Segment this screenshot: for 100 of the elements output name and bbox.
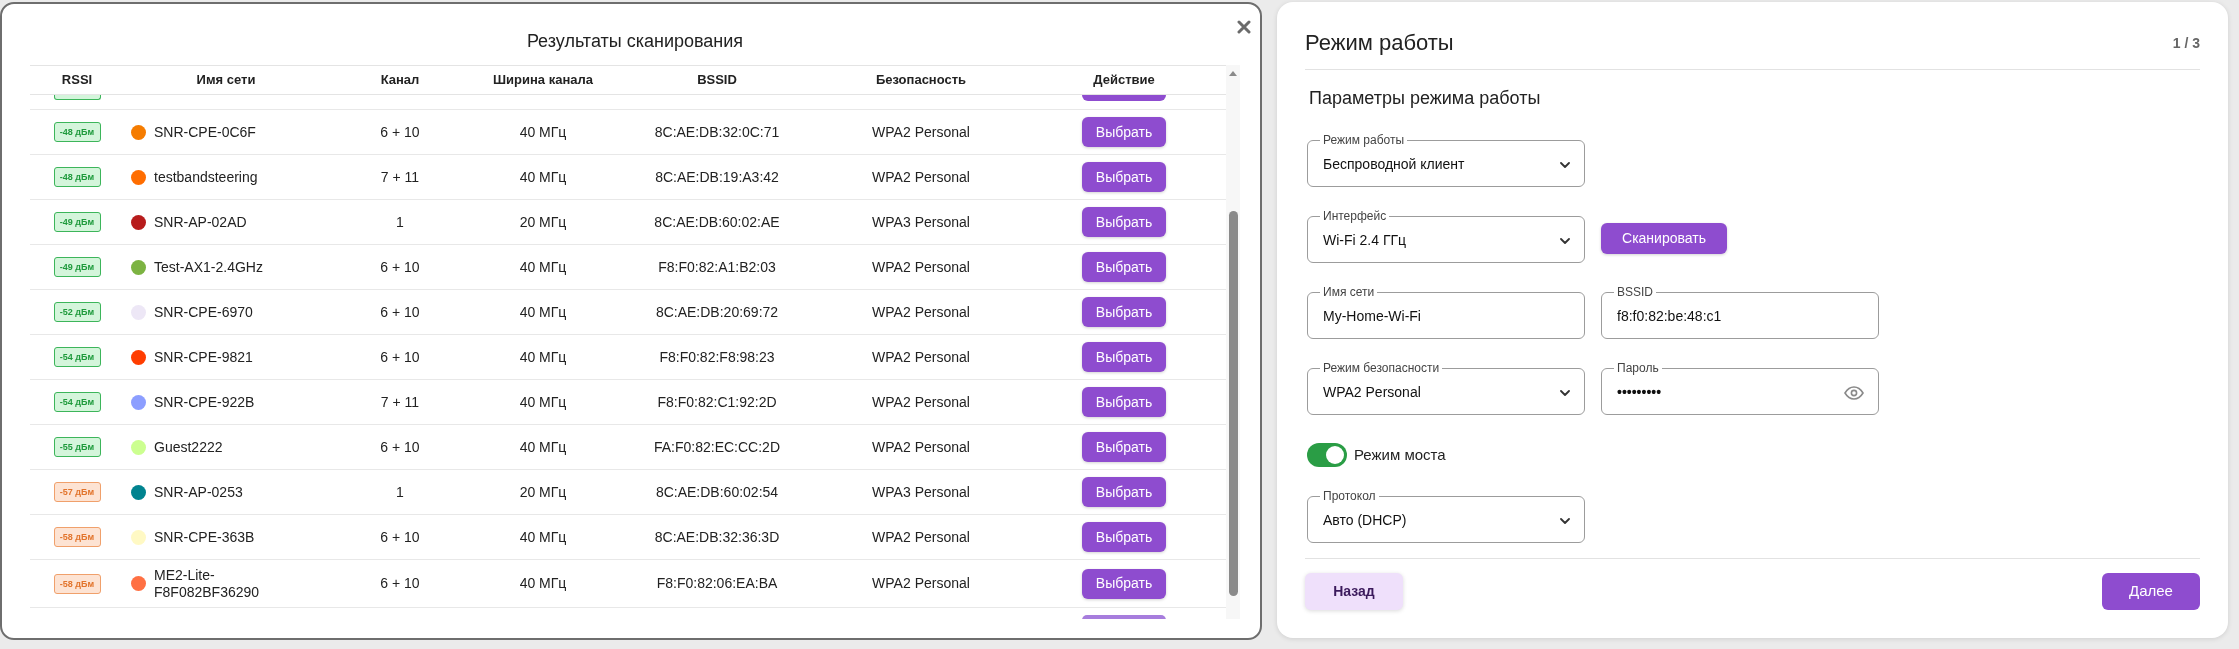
channel-text: 6 + 10	[380, 527, 420, 547]
select-button[interactable]: Выбрать	[1082, 568, 1166, 599]
rssi-badge: -48 дБм	[53, 167, 101, 187]
scan-button[interactable]: Сканировать	[1601, 223, 1727, 254]
channel-text: 6 + 10	[380, 574, 420, 593]
rssi-badge: -58 дБм	[53, 527, 101, 547]
channel-text: 6 + 10	[380, 302, 420, 322]
text-field[interactable]: Имя сети My-Home-Wi-Fi	[1307, 285, 1585, 339]
scrollbar-thumb[interactable]	[1228, 211, 1238, 596]
rssi-badge: -57 дБм	[53, 482, 101, 502]
network-name: Guest2222	[154, 438, 223, 456]
dropdown-field[interactable]: Режим работы Беспроводной клиент	[1307, 133, 1585, 187]
bssid-text: 8C:AE:DB:60:02:AE	[654, 212, 780, 232]
select-button[interactable]: Выбрать	[1082, 387, 1166, 417]
select-button[interactable]: Выбрать	[1082, 162, 1166, 192]
column-header: Имя сети	[196, 71, 256, 90]
column-header: Действие	[1093, 71, 1155, 90]
back-button[interactable]: Назад	[1305, 573, 1403, 610]
password-field[interactable]: Пароль •••••••••	[1601, 361, 1879, 415]
field-label: BSSID	[1616, 285, 1654, 299]
dropdown-field[interactable]: Протокол Авто (DHCP)	[1307, 489, 1585, 543]
bssid-text: F8:F0:82:C1:92:2D	[657, 392, 777, 412]
network-name: SNR-AP-02AD	[154, 213, 247, 231]
dropdown-field[interactable]: Интерфейс Wi-Fi 2.4 ГГц	[1307, 209, 1585, 263]
bssid-text: FA:F0:82:EC:CC:2D	[653, 437, 780, 457]
security-text: WPA2 Personal	[872, 302, 970, 322]
rssi-badge: -55 дБм	[53, 437, 101, 457]
network-name: SNR-CPE-6970	[154, 303, 253, 321]
dropdown-field[interactable]: Режим безопасности WPA2 Personal	[1307, 361, 1585, 415]
column-header: Безопасность	[875, 71, 967, 90]
section-title: Параметры режима работы	[1309, 87, 1541, 109]
channel-text: 6 + 10	[380, 437, 420, 457]
column-header: Канал	[380, 71, 420, 90]
channel-text: 6 + 10	[380, 347, 420, 367]
network-name: SNR-CPE-9821	[154, 348, 253, 366]
network-name: SNR-AP-0253	[154, 483, 243, 501]
chevron-down-icon[interactable]	[1560, 389, 1570, 396]
security-text: WPA3 Personal	[872, 482, 970, 502]
network-name: SNR-CPE-0C6F	[154, 123, 256, 141]
bssid-text: 8C:AE:DB:60:02:54	[655, 482, 779, 502]
bandwidth-text: 40 МГц	[519, 574, 567, 593]
bandwidth-text: 40 МГц	[519, 257, 567, 277]
bssid-text: 8C:AE:DB:32:36:3D	[654, 527, 780, 547]
bandwidth-text: 20 МГц	[519, 212, 567, 232]
field-label: Пароль	[1616, 361, 1660, 375]
scroll-up-arrow-icon[interactable]	[1229, 71, 1237, 76]
channel-text: 7 + 11	[380, 167, 420, 187]
bandwidth-text: 20 МГц	[519, 482, 567, 502]
security-text: WPA2 Personal	[872, 574, 970, 593]
chevron-down-icon[interactable]	[1560, 161, 1570, 168]
bandwidth-text: 40 МГц	[519, 302, 567, 322]
network-name: Test-AX1-2.4GHz	[154, 258, 263, 276]
channel-text: 1	[396, 482, 404, 502]
select-button[interactable]	[1082, 95, 1166, 101]
security-text: WPA2 Personal	[872, 392, 970, 412]
security-text: WPA3 Personal	[872, 212, 970, 232]
select-button[interactable]: Выбрать	[1082, 207, 1166, 237]
bandwidth-text: 40 МГц	[519, 347, 567, 367]
chevron-down-icon[interactable]	[1560, 237, 1570, 244]
step-counter: 1 / 3	[2172, 33, 2200, 53]
column-header: BSSID	[697, 71, 737, 90]
field-label: Режим работы	[1322, 133, 1406, 147]
select-button[interactable]: Выбрать	[1082, 477, 1166, 507]
select-button[interactable]: Выбрать	[1082, 297, 1166, 327]
rssi-badge: -52 дБм	[53, 302, 101, 322]
bssid-text: 8C:AE:DB:19:A3:42	[655, 167, 779, 187]
field-label: Интерфейс	[1322, 209, 1388, 223]
select-button[interactable]: Выбрать	[1082, 252, 1166, 282]
next-button[interactable]: Далее	[2102, 573, 2200, 610]
rssi-badge: -54 дБм	[53, 347, 101, 367]
network-name: SNR-CPE-363B	[154, 528, 255, 546]
bssid-text: 8C:AE:DB:32:0C:71	[654, 122, 780, 142]
security-text: WPA2 Personal	[872, 257, 970, 277]
chevron-down-icon[interactable]	[1560, 517, 1570, 524]
select-button[interactable]: Выбрать	[1082, 432, 1166, 462]
rssi-badge	[53, 95, 101, 100]
column-header: RSSI	[61, 71, 93, 90]
column-header: Ширина канала	[493, 71, 593, 90]
channel-text: 6 + 10	[380, 257, 420, 277]
select-button[interactable]: Выбрать	[1082, 117, 1166, 147]
select-button[interactable]: Выбрать	[1082, 522, 1166, 552]
select-button[interactable]	[1082, 615, 1166, 619]
rssi-badge: -48 дБм	[53, 122, 101, 142]
bssid-text: 8C:AE:DB:20:69:72	[655, 302, 779, 322]
select-button[interactable]: Выбрать	[1082, 342, 1166, 372]
field-label: Имя сети	[1322, 285, 1376, 299]
card-title: Режим работы	[1305, 30, 1454, 56]
network-name: testbandsteering	[154, 168, 258, 186]
channel-text: 1	[396, 212, 404, 232]
bandwidth-text: 40 МГц	[519, 167, 567, 187]
field-label: Режим безопасности	[1322, 361, 1441, 375]
bandwidth-text: 40 МГц	[519, 122, 567, 142]
security-text: WPA2 Personal	[872, 527, 970, 547]
bssid-text: F8:F0:82:F8:98:23	[659, 347, 775, 367]
text-field[interactable]: BSSID f8:f0:82:be:48:c1	[1601, 285, 1879, 339]
network-name: ME2-Lite-F8F082BF36290	[154, 567, 261, 600]
close-button[interactable]	[1237, 20, 1251, 34]
eye-icon[interactable]	[1844, 385, 1864, 400]
dialog-title: Результаты сканирования	[526, 30, 744, 52]
toggle-switch[interactable]	[1307, 443, 1347, 467]
